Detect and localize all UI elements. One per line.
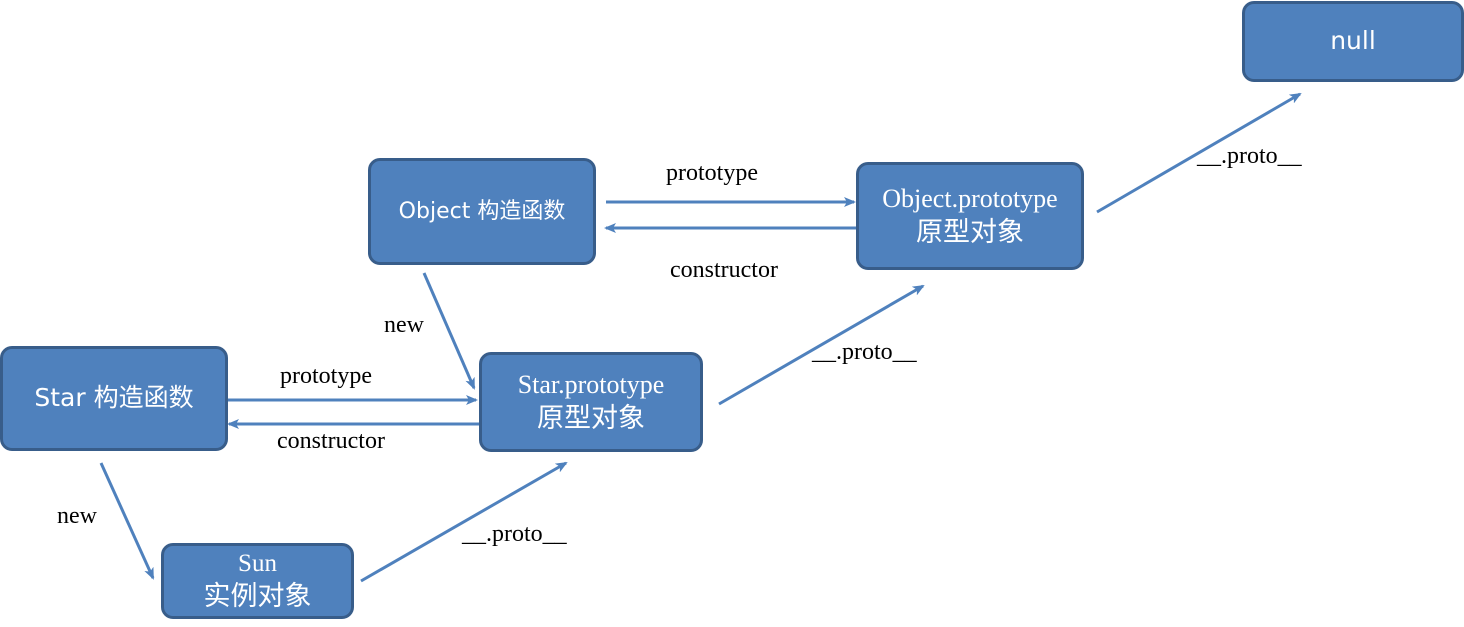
node-star-prototype: Star.prototype 原型对象: [479, 352, 703, 452]
node-object-prototype-subtitle: 原型对象: [916, 217, 1024, 249]
node-object-prototype: Object.prototype 原型对象: [856, 162, 1084, 270]
node-sun-subtitle: 实例对象: [203, 580, 312, 612]
node-sun-title: Sun: [238, 550, 277, 578]
node-sun-instance: Sun 实例对象: [161, 543, 354, 619]
node-object-constructor: Object 构造函数: [368, 158, 596, 265]
node-null-label: null: [1330, 26, 1376, 56]
node-object-prototype-title: Object.prototype: [882, 183, 1058, 213]
node-star-prototype-subtitle: 原型对象: [537, 403, 645, 435]
label-star-prototype: prototype: [280, 363, 372, 389]
label-object-proto-proto: __.proto__: [1197, 143, 1302, 169]
node-star-constructor: Star 构造函数: [0, 346, 228, 451]
edge-object-new: [422, 272, 476, 390]
node-null: null: [1242, 1, 1464, 82]
node-star-prototype-title: Star.prototype: [517, 369, 665, 399]
label-object-constructor: constructor: [670, 257, 778, 283]
label-sun-proto: __.proto__: [462, 521, 567, 547]
label-star-new: new: [57, 503, 97, 529]
node-object-constructor-label: Object 构造函数: [398, 198, 566, 224]
label-star-constructor: constructor: [277, 428, 385, 454]
node-star-constructor-label: Star 构造函数: [34, 383, 194, 413]
label-object-prototype: prototype: [666, 160, 758, 186]
edges-layer: [99, 92, 1302, 583]
edge-star-new: [99, 462, 155, 580]
prototype-chain-diagram: null Object 构造函数 Object.prototype 原型对象 S…: [0, 0, 1464, 627]
label-object-new: new: [384, 312, 424, 338]
label-star-proto-proto: __.proto__: [812, 339, 917, 365]
